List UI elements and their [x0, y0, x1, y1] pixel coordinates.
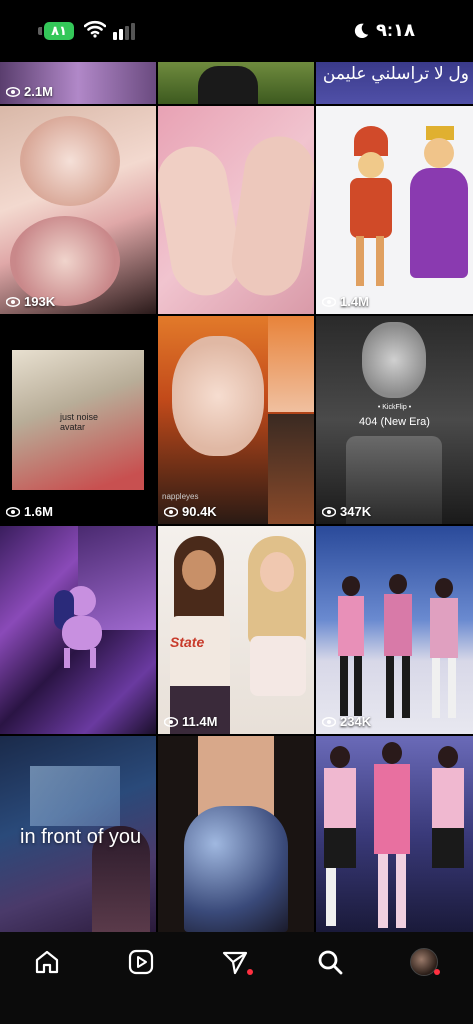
queen-figure — [406, 126, 472, 296]
grid-tile[interactable]: • KickFlip • 404 (New Era) 347K — [316, 316, 473, 524]
battery-indicator: ٨١ — [44, 22, 74, 40]
view-count: 193K — [6, 294, 55, 309]
tile-image — [268, 316, 314, 412]
grid-tile[interactable]: nappleyes 90.4K — [158, 316, 314, 524]
grid-tile[interactable] — [158, 62, 314, 104]
wifi-icon — [84, 20, 106, 38]
tab-profile[interactable] — [408, 946, 440, 978]
cellular-signal-icon — [113, 22, 135, 40]
tile-overlay-text: nappleyes — [162, 492, 199, 501]
tab-reels[interactable] — [125, 946, 157, 978]
tab-home[interactable] — [31, 946, 63, 978]
face-image — [172, 336, 264, 456]
notification-dot — [247, 969, 253, 975]
eye-icon — [322, 506, 336, 517]
skin-image — [198, 736, 274, 816]
tile-image — [30, 766, 120, 826]
dancer-figure — [336, 576, 366, 716]
home-icon — [35, 950, 59, 974]
eye-icon — [164, 716, 178, 727]
grid-tile[interactable]: State 11.4M — [158, 526, 314, 734]
tab-search[interactable] — [314, 946, 346, 978]
time-label: ٩:١٨ — [376, 20, 415, 40]
eye-icon — [322, 296, 336, 307]
grid-tile[interactable]: ول لا تراسلني عليمن — [316, 62, 473, 104]
dancer-figure — [382, 574, 414, 718]
arm-image — [158, 141, 247, 301]
search-icon — [318, 950, 343, 975]
battery-tip — [38, 27, 42, 35]
view-count: 1.6M — [6, 504, 53, 519]
eye-icon — [322, 716, 336, 727]
grid-tile[interactable]: 234K — [316, 526, 473, 734]
grid-tile[interactable] — [316, 736, 473, 932]
dancer-figure — [370, 742, 414, 928]
view-count: 11.4M — [164, 714, 217, 729]
grid-tile[interactable]: 1.4M — [316, 106, 473, 314]
view-count: 234K — [322, 714, 371, 729]
view-count: 1.4M — [322, 294, 369, 309]
corset-top — [184, 806, 288, 932]
status-bar: ٨١ ٩:١٨ — [0, 0, 473, 62]
tile-image — [198, 66, 258, 104]
status-time: ٩:١٨ — [352, 20, 415, 41]
view-count: 347K — [322, 504, 371, 519]
direct-message-icon — [222, 951, 248, 975]
tile-subtitle: 404 (New Era) — [359, 416, 430, 428]
grid-tile[interactable] — [158, 106, 314, 314]
moon-icon — [354, 23, 369, 38]
grid-tile[interactable] — [0, 526, 156, 734]
pony-figure — [52, 586, 108, 668]
explore-grid: 2.1M ول لا تراسلني عليمن 193K 1.4M just … — [0, 62, 473, 932]
battery-level: ٨١ — [51, 23, 67, 38]
tile-overlay-text: just noise avatar — [60, 412, 99, 432]
tile-overlay-text: in front of you — [20, 826, 142, 848]
notification-dot — [434, 969, 440, 975]
grid-tile[interactable] — [158, 736, 314, 932]
face-image — [20, 116, 120, 206]
person-figure — [242, 536, 312, 734]
shirt-print: State — [170, 634, 205, 650]
face-image — [10, 216, 120, 306]
tab-messages[interactable] — [219, 946, 253, 978]
view-count: 2.1M — [6, 84, 53, 99]
tile-caption: ول لا تراسلني عليمن — [322, 64, 469, 83]
dancer-figure — [320, 746, 360, 926]
tile-label: • KickFlip • — [377, 404, 412, 411]
grid-tile[interactable]: 193K — [0, 106, 156, 314]
jester-figure — [336, 126, 406, 286]
grid-tile[interactable]: 2.1M — [0, 62, 156, 104]
eye-icon — [164, 506, 178, 517]
view-count: 90.4K — [164, 504, 217, 519]
eye-icon — [6, 506, 20, 517]
grid-tile[interactable]: in front of you — [0, 736, 156, 932]
grid-tile[interactable]: just noise avatar 1.6M — [0, 316, 156, 524]
eye-icon — [6, 296, 20, 307]
bottom-tab-bar — [0, 932, 473, 1024]
arm-image — [227, 131, 314, 301]
reels-icon — [128, 949, 154, 975]
dancer-figure — [428, 578, 460, 718]
tile-image — [268, 414, 314, 524]
face-image — [362, 322, 426, 398]
eye-icon — [6, 86, 20, 97]
dancer-figure — [428, 746, 468, 926]
